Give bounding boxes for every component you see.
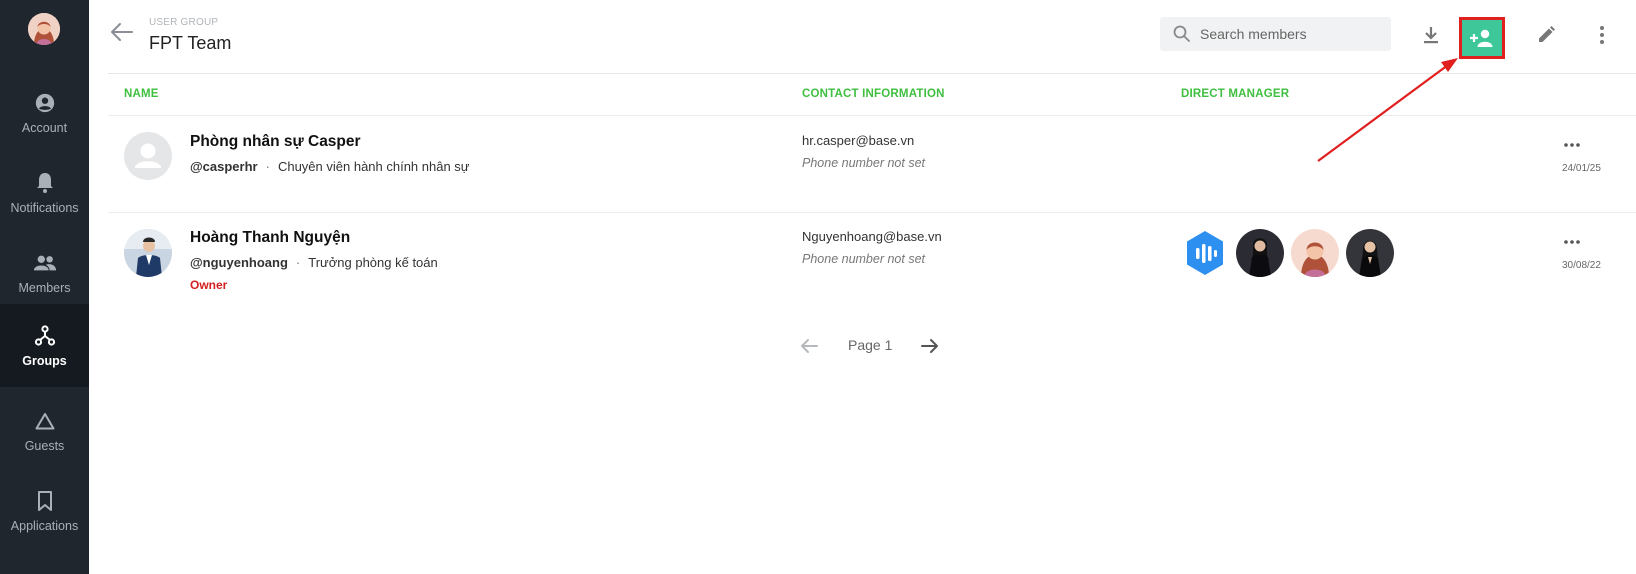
search-input[interactable] (1200, 26, 1390, 42)
member-email: Nguyenhoang@base.vn (802, 229, 942, 244)
row-more-button[interactable] (1560, 139, 1584, 151)
sidebar-item-label: Members (18, 280, 71, 295)
bookmark-icon (33, 489, 57, 513)
search-icon (1172, 24, 1192, 44)
member-name[interactable]: Hoàng Thanh Nguyện (190, 229, 350, 247)
manager-avatar[interactable] (1291, 229, 1339, 277)
sidebar-item-label: Guests (24, 438, 65, 453)
row-divider (108, 212, 1636, 213)
member-position: Chuyên viên hành chính nhân sự (277, 159, 470, 174)
account-circle-icon (33, 91, 57, 115)
horizontal-dots-icon (1564, 240, 1580, 244)
member-phone: Phone number not set (802, 156, 925, 170)
column-header-contact: CONTACT INFORMATION (802, 88, 945, 100)
app: Account Notifications Members Groups Gue (0, 0, 1636, 574)
member-handle: @nguyenhoang (190, 255, 288, 270)
horizontal-dots-icon (1564, 143, 1580, 147)
prev-page-button[interactable] (797, 334, 821, 358)
member-handle: @casperhr (190, 159, 258, 174)
member-phone: Phone number not set (802, 252, 925, 266)
triangle-icon (33, 409, 57, 433)
page-title: FPT Team (149, 33, 232, 53)
header-divider (108, 73, 1636, 74)
manager-avatar[interactable] (1346, 229, 1394, 277)
column-header-divider (108, 115, 1636, 116)
separator-dot: · (265, 159, 270, 174)
breadcrumb: USER GROUP (149, 17, 219, 28)
sidebar-item-notifications[interactable]: Notifications (0, 151, 89, 234)
sidebar-item-applications[interactable]: Applications (0, 469, 89, 552)
search-box[interactable] (1160, 17, 1391, 51)
manager-avatar[interactable] (1181, 229, 1229, 277)
more-options-button[interactable] (1587, 20, 1617, 50)
edit-button[interactable] (1531, 20, 1561, 50)
column-header-manager: DIRECT MANAGER (1181, 88, 1290, 100)
member-date: 24/01/25 (1562, 163, 1601, 174)
sidebar-item-account[interactable]: Account (0, 71, 89, 154)
bell-icon (33, 171, 57, 195)
member-date: 30/08/22 (1562, 260, 1601, 271)
annotation-arrow (1317, 58, 1458, 162)
sidebar: Account Notifications Members Groups Gue (0, 0, 89, 574)
member-name[interactable]: Phòng nhân sự Casper (190, 133, 361, 151)
row-more-button[interactable] (1560, 236, 1584, 248)
groups-icon (33, 324, 57, 348)
arrow-left-icon (801, 339, 818, 353)
member-avatar (124, 132, 172, 180)
download-button[interactable] (1416, 20, 1446, 50)
sidebar-item-guests[interactable]: Guests (0, 389, 89, 472)
sidebar-item-members[interactable]: Members (0, 231, 89, 314)
arrow-right-icon (921, 339, 938, 353)
user-avatar[interactable] (28, 13, 60, 45)
pencil-icon (1539, 26, 1555, 42)
download-icon (1424, 27, 1438, 44)
separator-dot: · (295, 255, 301, 270)
add-person-icon (1470, 29, 1493, 47)
sidebar-item-label: Notifications (10, 200, 79, 215)
arrow-left-icon (111, 23, 133, 41)
next-page-button[interactable] (918, 334, 942, 358)
member-subtitle: @casperhr · Chuyên viên hành chính nhân sự (190, 159, 470, 174)
sidebar-item-label: Account (21, 120, 68, 135)
manager-avatar[interactable] (1236, 229, 1284, 277)
member-avatar (124, 229, 172, 277)
member-position: Trưởng phòng kế toán (308, 255, 438, 270)
sidebar-item-label: Groups (22, 353, 67, 368)
vertical-dots-icon (1600, 26, 1604, 44)
member-subtitle: @nguyenhoang · Trưởng phòng kế toán (190, 255, 438, 270)
back-button[interactable] (108, 18, 136, 46)
page-label: Page 1 (848, 337, 893, 353)
owner-badge: Owner (190, 278, 228, 292)
column-header-name: NAME (124, 88, 159, 100)
member-email: hr.casper@base.vn (802, 133, 915, 148)
add-member-button[interactable] (1459, 17, 1505, 59)
sidebar-item-label: Applications (10, 518, 79, 533)
sidebar-item-groups[interactable]: Groups (0, 304, 89, 387)
members-icon (33, 251, 57, 275)
